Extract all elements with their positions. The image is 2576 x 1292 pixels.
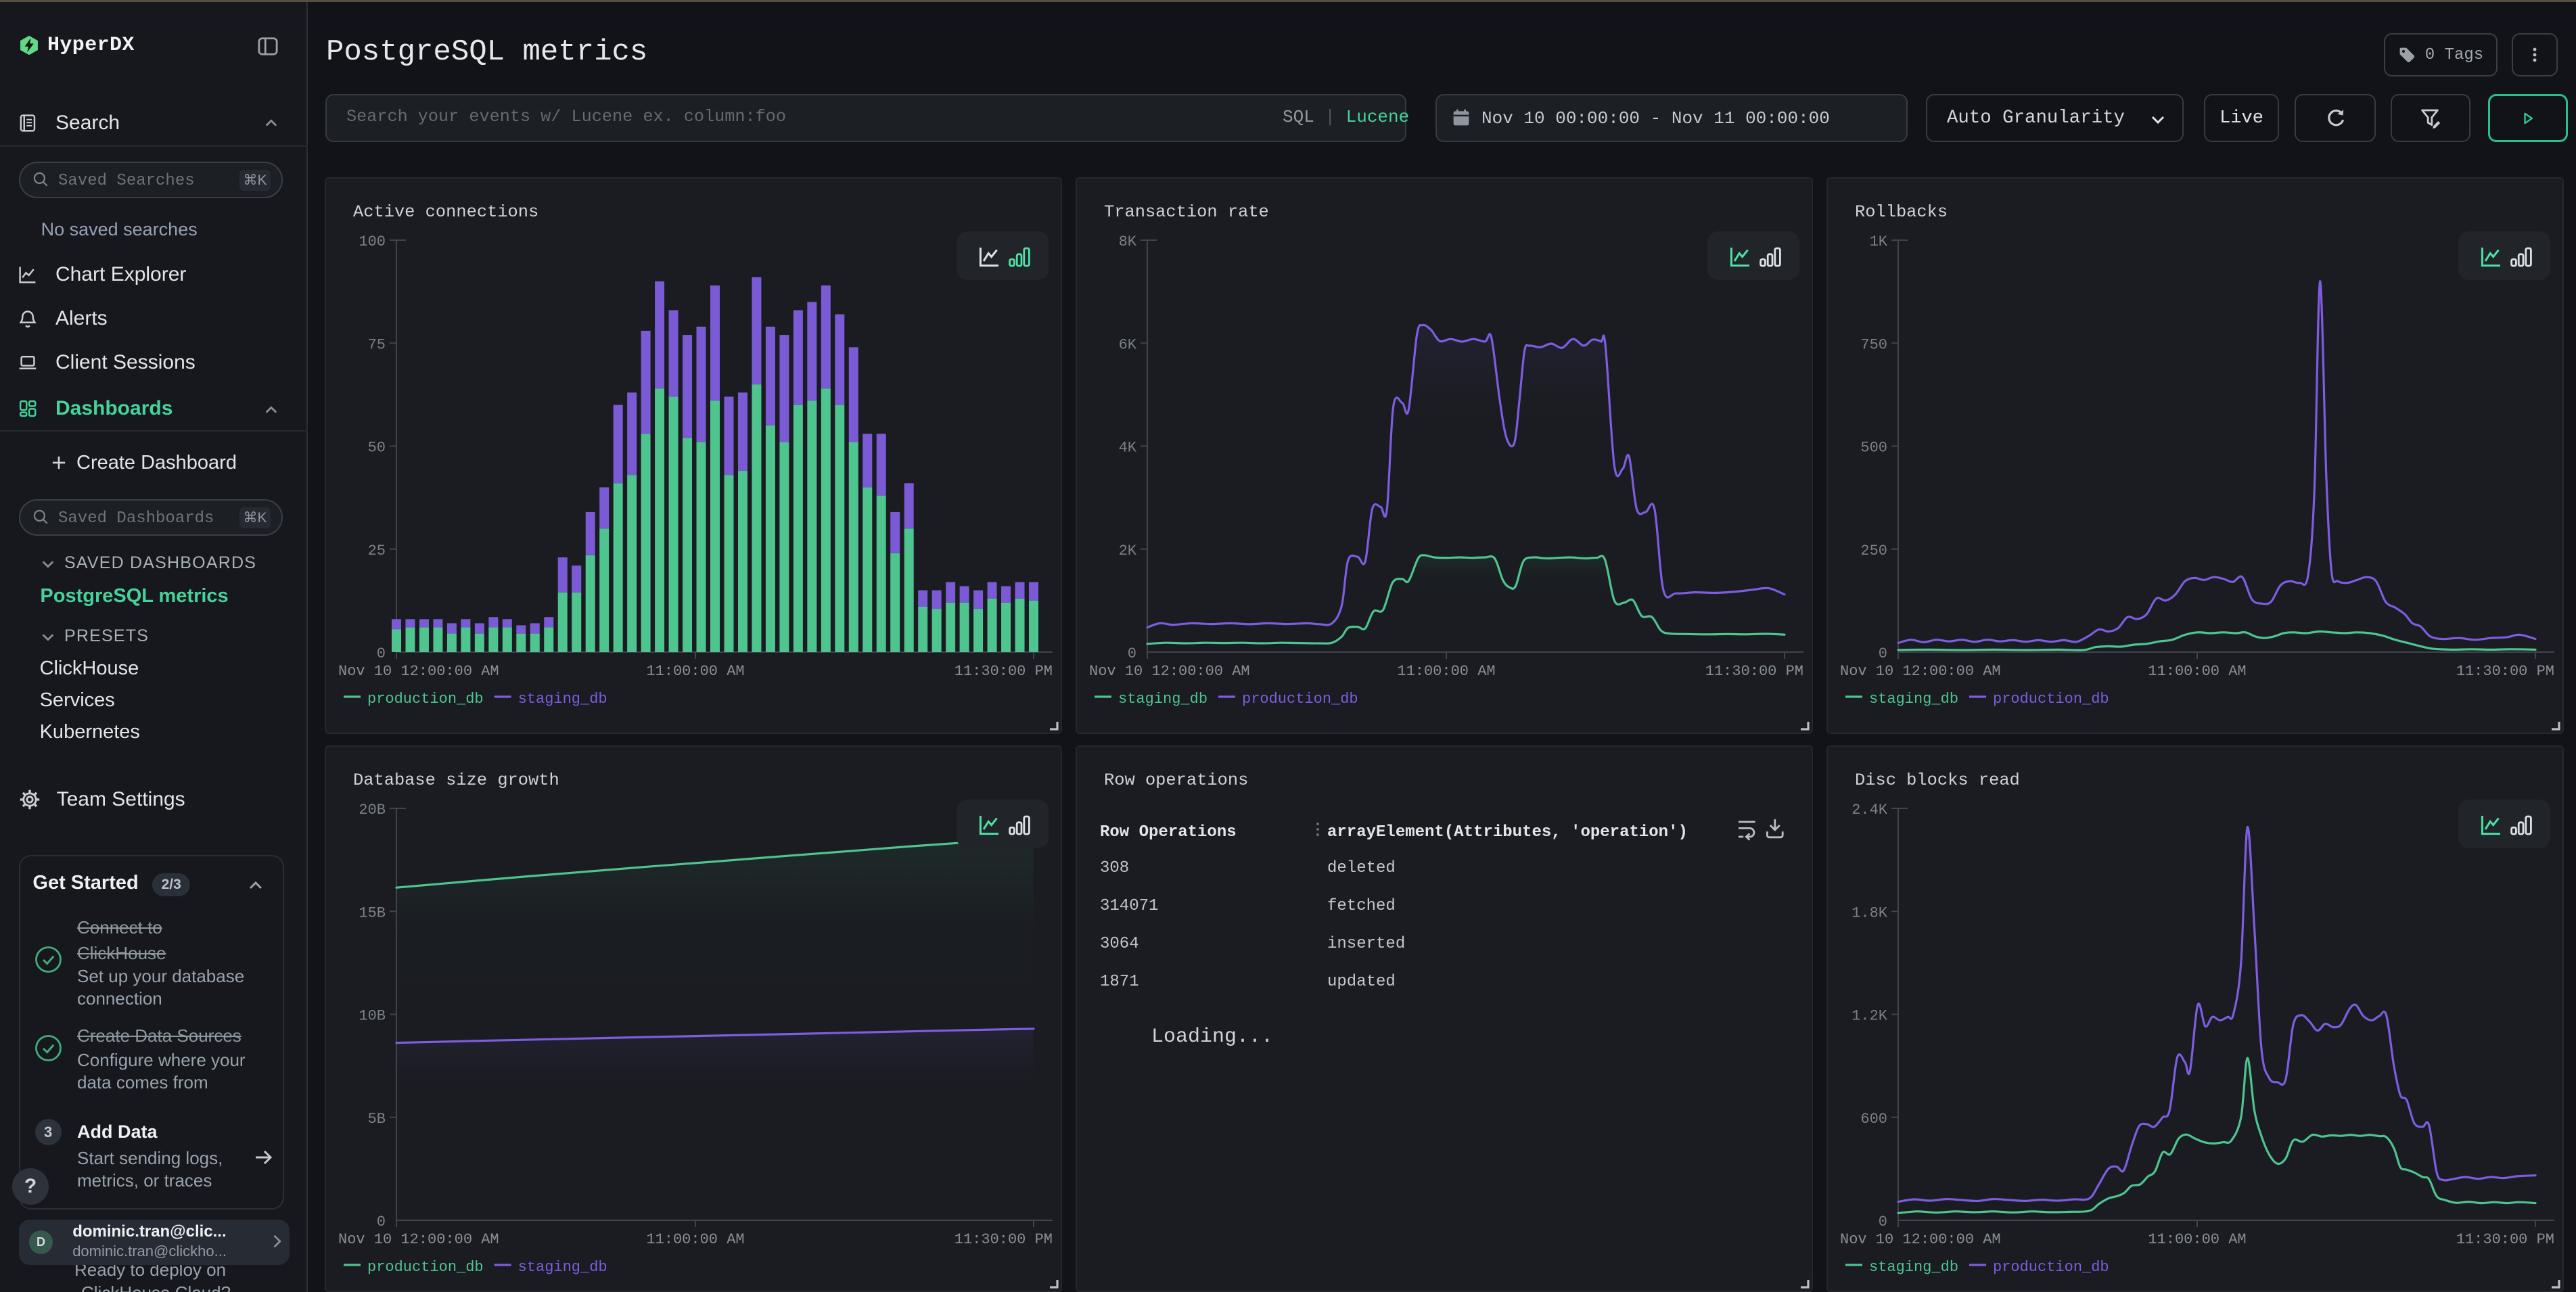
svg-text:inserted: inserted [1327, 935, 1405, 953]
svg-text:production_db: production_db [367, 691, 484, 708]
svg-text:11:30:00 PM: 11:30:00 PM [2456, 663, 2554, 680]
svg-text:0: 0 [1128, 645, 1136, 662]
svg-text:arrayElement(Attributes, 'oper: arrayElement(Attributes, 'operation') [1327, 823, 1688, 841]
svg-text:staging_db: staging_db [1869, 1259, 1958, 1276]
svg-text:Row operations: Row operations [1104, 770, 1248, 790]
svg-text:Nov 10 12:00:00 AM: Nov 10 12:00:00 AM [1840, 663, 2001, 680]
svg-text:1.8K: 1.8K [1852, 904, 1888, 921]
svg-text:production_db: production_db [367, 1259, 484, 1276]
svg-text:fetched: fetched [1327, 897, 1396, 915]
svg-text:11:30:00 PM: 11:30:00 PM [954, 663, 1053, 680]
svg-text:deleted: deleted [1327, 859, 1396, 877]
svg-text:production_db: production_db [1242, 691, 1358, 708]
svg-text:11:00:00 AM: 11:00:00 AM [646, 1231, 744, 1248]
svg-text:11:00:00 AM: 11:00:00 AM [2148, 1231, 2246, 1248]
svg-text:1871: 1871 [1100, 973, 1139, 991]
svg-text:6K: 6K [1119, 336, 1137, 353]
svg-text:updated: updated [1327, 973, 1396, 991]
svg-text:1K: 1K [1870, 233, 1888, 250]
svg-text:Disc blocks read: Disc blocks read [1855, 770, 2020, 790]
svg-text:25: 25 [368, 543, 386, 559]
svg-text:10B: 10B [359, 1008, 386, 1025]
svg-text:Nov 10 12:00:00 AM: Nov 10 12:00:00 AM [338, 663, 499, 680]
svg-text:staging_db: staging_db [1869, 691, 1958, 708]
svg-text:0: 0 [377, 1214, 386, 1230]
svg-text:75: 75 [368, 336, 386, 353]
svg-text:11:30:00 PM: 11:30:00 PM [2456, 1231, 2554, 1248]
svg-text:Loading...: Loading... [1151, 1025, 1273, 1048]
svg-text:4K: 4K [1119, 440, 1137, 457]
svg-text:50: 50 [368, 440, 386, 457]
svg-text:1.2K: 1.2K [1852, 1008, 1888, 1025]
svg-text:0: 0 [1879, 1214, 1887, 1230]
svg-text:staging_db: staging_db [1118, 691, 1208, 708]
svg-text:0: 0 [377, 645, 386, 662]
svg-text:314071: 314071 [1100, 897, 1158, 915]
svg-text:600: 600 [1860, 1111, 1887, 1128]
svg-text:20B: 20B [359, 802, 386, 818]
svg-text:Database size growth: Database size growth [353, 770, 559, 790]
svg-text:5B: 5B [368, 1111, 386, 1128]
svg-text:Row Operations: Row Operations [1100, 823, 1237, 841]
svg-text:15B: 15B [359, 904, 386, 921]
svg-text:11:30:00 PM: 11:30:00 PM [954, 1231, 1053, 1248]
svg-text:11:30:00 PM: 11:30:00 PM [1705, 663, 1803, 680]
svg-text:750: 750 [1860, 336, 1887, 353]
svg-text:100: 100 [359, 233, 386, 250]
svg-text:2.4K: 2.4K [1852, 802, 1888, 818]
svg-text:8K: 8K [1119, 233, 1137, 250]
svg-text:staging_db: staging_db [518, 1259, 607, 1276]
svg-text:3064: 3064 [1100, 935, 1139, 953]
svg-text:2K: 2K [1119, 543, 1137, 559]
svg-text:250: 250 [1860, 543, 1887, 559]
svg-text:Nov 10 12:00:00 AM: Nov 10 12:00:00 AM [1089, 663, 1250, 680]
svg-text:11:00:00 AM: 11:00:00 AM [1397, 663, 1495, 680]
svg-text:Active connections: Active connections [353, 202, 538, 222]
svg-text:Nov 10 12:00:00 AM: Nov 10 12:00:00 AM [1840, 1231, 2001, 1248]
svg-text:Nov 10 12:00:00 AM: Nov 10 12:00:00 AM [338, 1231, 499, 1248]
svg-text:0: 0 [1879, 645, 1887, 662]
svg-text:308: 308 [1100, 859, 1129, 877]
svg-text:11:00:00 AM: 11:00:00 AM [646, 663, 744, 680]
svg-text:Rollbacks: Rollbacks [1855, 202, 1948, 222]
svg-text:production_db: production_db [1993, 1259, 2109, 1276]
svg-text:Transaction rate: Transaction rate [1104, 202, 1269, 222]
svg-text:production_db: production_db [1993, 691, 2109, 708]
svg-text:500: 500 [1860, 440, 1887, 457]
svg-text:11:00:00 AM: 11:00:00 AM [2148, 663, 2246, 680]
svg-text:staging_db: staging_db [518, 691, 607, 708]
